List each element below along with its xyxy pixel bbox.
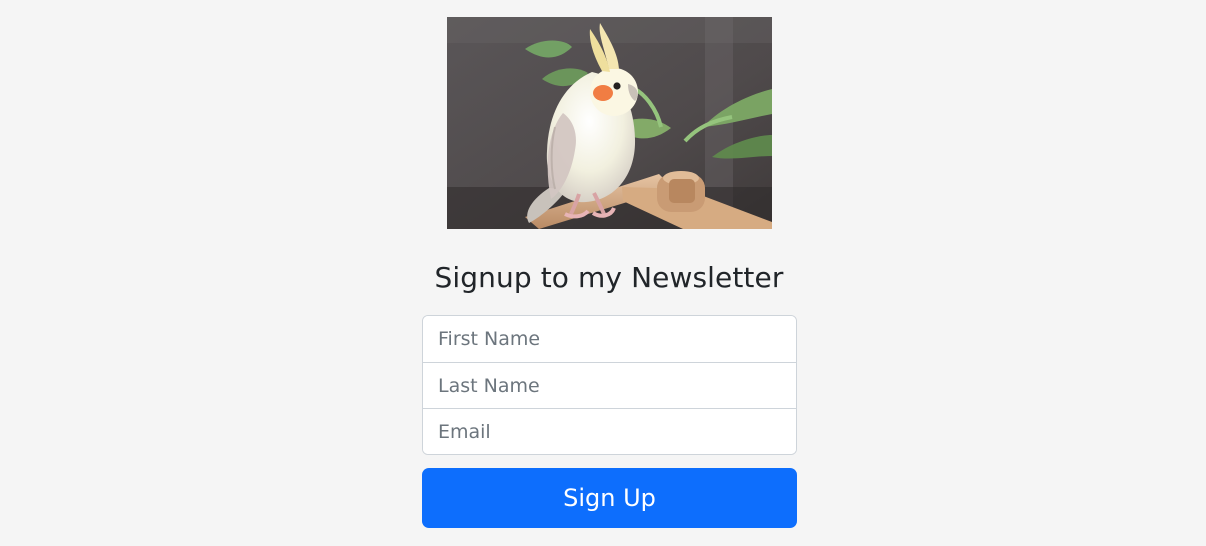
newsletter-form (422, 315, 797, 455)
cockatiel-image (447, 17, 772, 229)
sign-up-button[interactable]: Sign Up (422, 468, 797, 528)
last-name-input[interactable] (423, 362, 796, 408)
email-input[interactable] (423, 408, 796, 454)
first-name-input[interactable] (423, 316, 796, 362)
signup-page: Signup to my Newsletter Sign Up (0, 0, 1206, 546)
newsletter-title: Signup to my Newsletter (434, 261, 784, 294)
